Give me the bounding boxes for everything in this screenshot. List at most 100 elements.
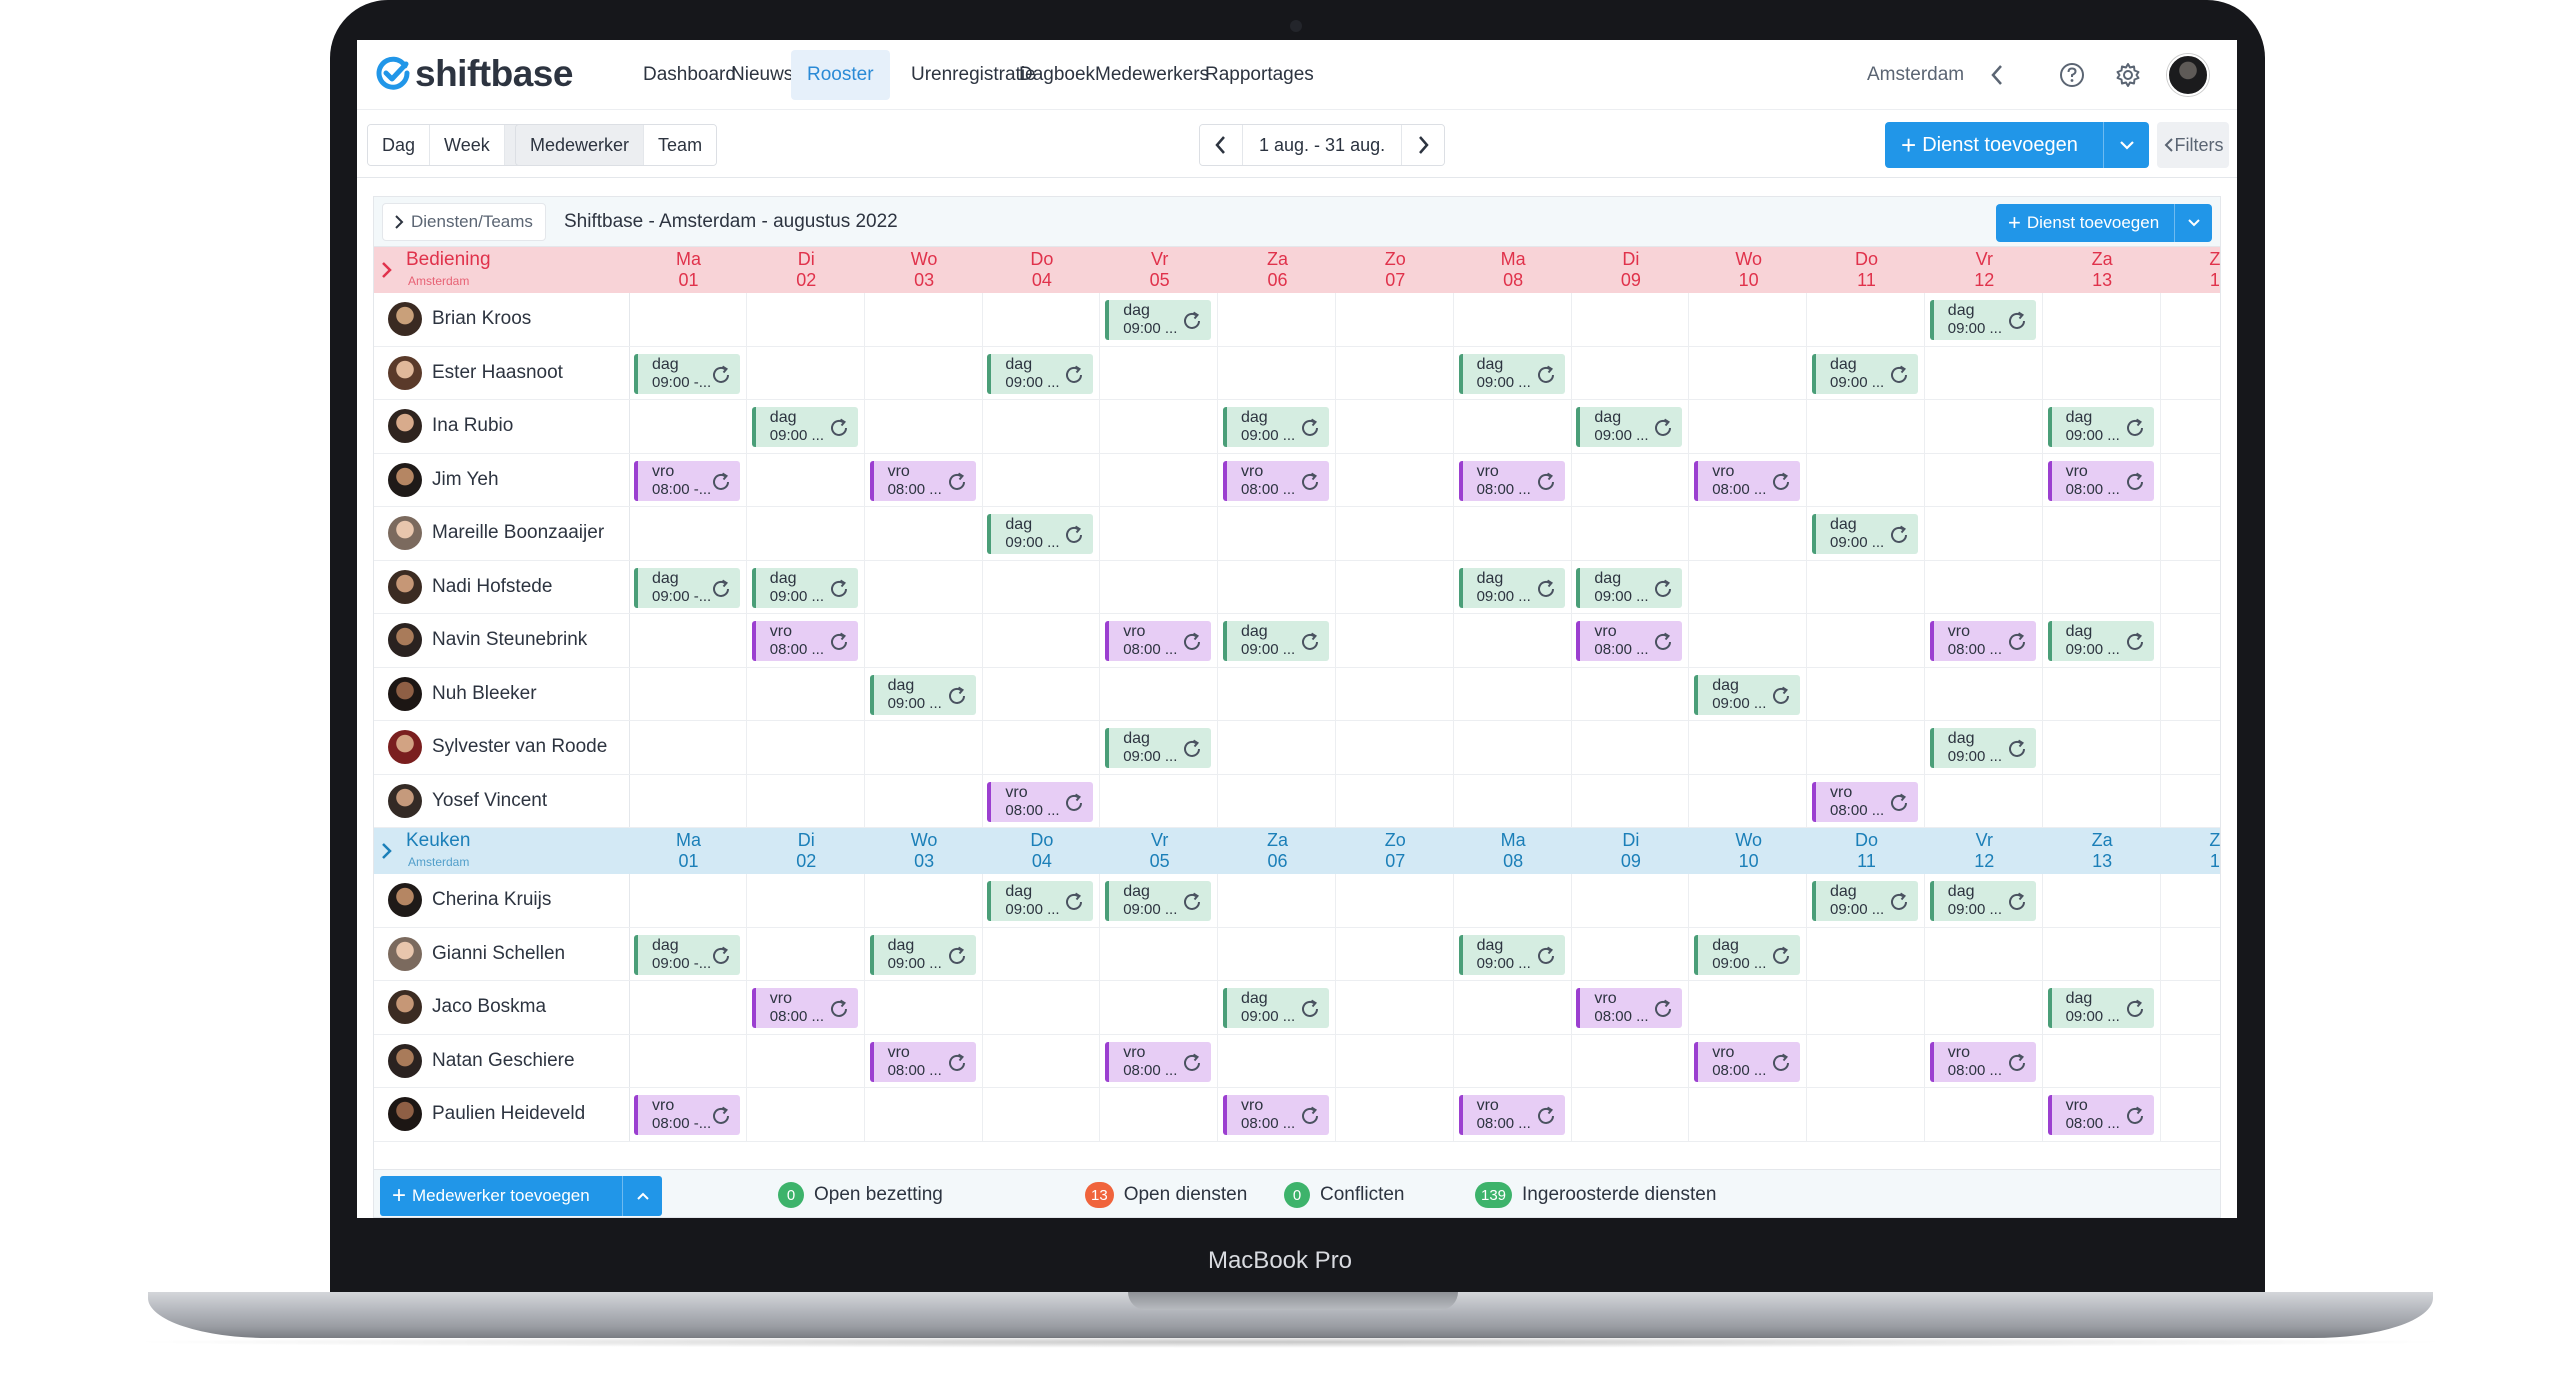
repeat-icon[interactable] [946, 471, 968, 493]
day-cell[interactable]: dag 09:00 ... [1101, 293, 1219, 346]
repeat-icon[interactable] [1063, 524, 1085, 546]
repeat-icon[interactable] [828, 578, 850, 600]
day-cell[interactable] [983, 560, 1101, 613]
repeat-icon[interactable] [946, 945, 968, 967]
day-cell[interactable]: vro 08:00 ... [1101, 1034, 1219, 1087]
repeat-icon[interactable] [1299, 471, 1321, 493]
team-name[interactable]: Keuken [406, 830, 470, 852]
day-cell[interactable]: dag 09:00 -... [630, 927, 747, 980]
day-cell[interactable] [866, 560, 983, 613]
shift-block[interactable]: vro 08:00 ... [1694, 1041, 1801, 1082]
day-cell[interactable] [2161, 293, 2220, 346]
day-cell[interactable] [1337, 507, 1454, 560]
day-cell[interactable]: vro 08:00 ... [866, 453, 983, 506]
day-cell[interactable] [1572, 774, 1690, 827]
day-cell[interactable] [748, 721, 865, 774]
repeat-icon[interactable] [1888, 792, 1910, 814]
day-cell[interactable]: dag 09:00 ... [1101, 721, 1219, 774]
day-cell[interactable]: dag 09:00 ... [1808, 874, 1925, 927]
location-selector[interactable]: Amsterdam [1867, 50, 1964, 100]
shift-block[interactable]: vro 08:00 -... [634, 1095, 740, 1135]
day-cell[interactable]: vro 08:00 ... [1690, 1034, 1808, 1087]
day-cell[interactable] [1690, 981, 1808, 1034]
day-cell[interactable] [1455, 507, 1572, 560]
repeat-icon[interactable] [710, 945, 732, 967]
day-cell[interactable] [1455, 614, 1572, 667]
day-cell[interactable] [2161, 1035, 2220, 1088]
repeat-icon[interactable] [1535, 364, 1557, 386]
day-cell[interactable] [748, 774, 865, 827]
repeat-icon[interactable] [1181, 738, 1203, 760]
day-cell[interactable] [2044, 874, 2161, 927]
day-cell[interactable] [1219, 774, 1336, 827]
date-range-label[interactable]: 1 aug. - 31 aug. [1242, 125, 1403, 165]
day-cell[interactable]: dag 09:00 ... [1690, 927, 1808, 980]
day-cell[interactable] [2044, 560, 2161, 613]
day-cell[interactable] [1455, 293, 1572, 346]
day-cell[interactable]: dag 09:00 ... [1455, 346, 1572, 399]
day-cell[interactable] [1337, 721, 1454, 774]
day-cell[interactable] [1101, 774, 1219, 827]
day-cell[interactable]: vro 08:00 ... [866, 1034, 983, 1087]
day-cell[interactable]: vro 08:00 ... [1926, 614, 2043, 667]
day-cell[interactable] [1337, 614, 1454, 667]
repeat-icon[interactable] [1181, 1052, 1203, 1074]
day-cell[interactable]: vro 08:00 ... [1808, 774, 1925, 827]
day-cell[interactable] [1690, 614, 1808, 667]
day-cell[interactable] [866, 293, 983, 346]
day-cell[interactable] [1337, 1088, 1454, 1141]
day-cell[interactable] [1101, 560, 1219, 613]
day-cell[interactable] [1455, 400, 1572, 453]
day-cell[interactable] [866, 721, 983, 774]
day-cell[interactable]: dag 09:00 ... [1572, 400, 1690, 453]
day-cell[interactable]: dag 09:00 ... [1926, 721, 2043, 774]
shift-block[interactable]: vro 08:00 ... [751, 621, 858, 661]
shift-block[interactable]: dag 09:00 ... [1223, 988, 1329, 1028]
employee-cell[interactable]: Cherina Kruijs [374, 874, 630, 927]
day-cell[interactable] [1101, 667, 1219, 720]
day-cell[interactable] [1101, 400, 1219, 453]
repeat-icon[interactable] [1535, 578, 1557, 600]
day-cell[interactable]: vro 08:00 ... [983, 774, 1101, 827]
day-cell[interactable] [1337, 1034, 1454, 1087]
shift-block[interactable]: dag 09:00 ... [1458, 934, 1565, 975]
stat-ingeroosterde-diensten[interactable]: 139 Ingeroosterde diensten [1475, 1180, 1716, 1210]
day-cell[interactable]: dag 09:00 ... [1808, 507, 1925, 560]
repeat-icon[interactable] [1063, 364, 1085, 386]
shift-block[interactable]: dag 09:00 -... [634, 353, 740, 394]
repeat-icon[interactable] [1770, 685, 1792, 707]
repeat-icon[interactable] [946, 685, 968, 707]
shift-block[interactable]: dag 09:00 ... [1458, 353, 1565, 394]
day-cell[interactable] [1690, 400, 1808, 453]
day-cell[interactable] [1101, 981, 1219, 1034]
shift-block[interactable]: dag 09:00 ... [751, 567, 858, 608]
shift-block[interactable]: vro 08:00 ... [2047, 460, 2154, 501]
day-cell[interactable] [1455, 981, 1572, 1034]
day-cell[interactable] [1690, 346, 1808, 399]
day-cell[interactable] [2161, 561, 2220, 614]
shift-block[interactable]: vro 08:00 ... [751, 988, 858, 1028]
day-cell[interactable] [1808, 614, 1925, 667]
tab-dag[interactable]: Dag [368, 125, 431, 165]
repeat-icon[interactable] [710, 1105, 732, 1127]
day-cell[interactable]: dag 09:00 ... [748, 560, 865, 613]
repeat-icon[interactable] [1888, 524, 1910, 546]
day-cell[interactable] [983, 293, 1101, 346]
day-cell[interactable] [1926, 927, 2043, 980]
shift-block[interactable]: dag 09:00 ... [2047, 407, 2154, 447]
repeat-icon[interactable] [1181, 631, 1203, 653]
repeat-icon[interactable] [1770, 945, 1792, 967]
repeat-icon[interactable] [2124, 631, 2146, 653]
day-cell[interactable] [1219, 927, 1336, 980]
day-cell[interactable] [866, 774, 983, 827]
shift-block[interactable]: vro 08:00 ... [987, 781, 1094, 822]
day-cell[interactable] [1572, 667, 1690, 720]
day-cell[interactable] [1337, 981, 1454, 1034]
tab-medewerker[interactable]: Medewerker [516, 125, 645, 165]
chevron-right-icon[interactable] [378, 259, 394, 281]
day-cell[interactable]: dag 09:00 -... [630, 346, 747, 399]
employee-cell[interactable]: Ina Rubio [374, 400, 630, 453]
add-shift-dropdown-button[interactable] [2103, 122, 2149, 168]
repeat-icon[interactable] [1770, 471, 1792, 493]
day-cell[interactable] [630, 1034, 747, 1087]
